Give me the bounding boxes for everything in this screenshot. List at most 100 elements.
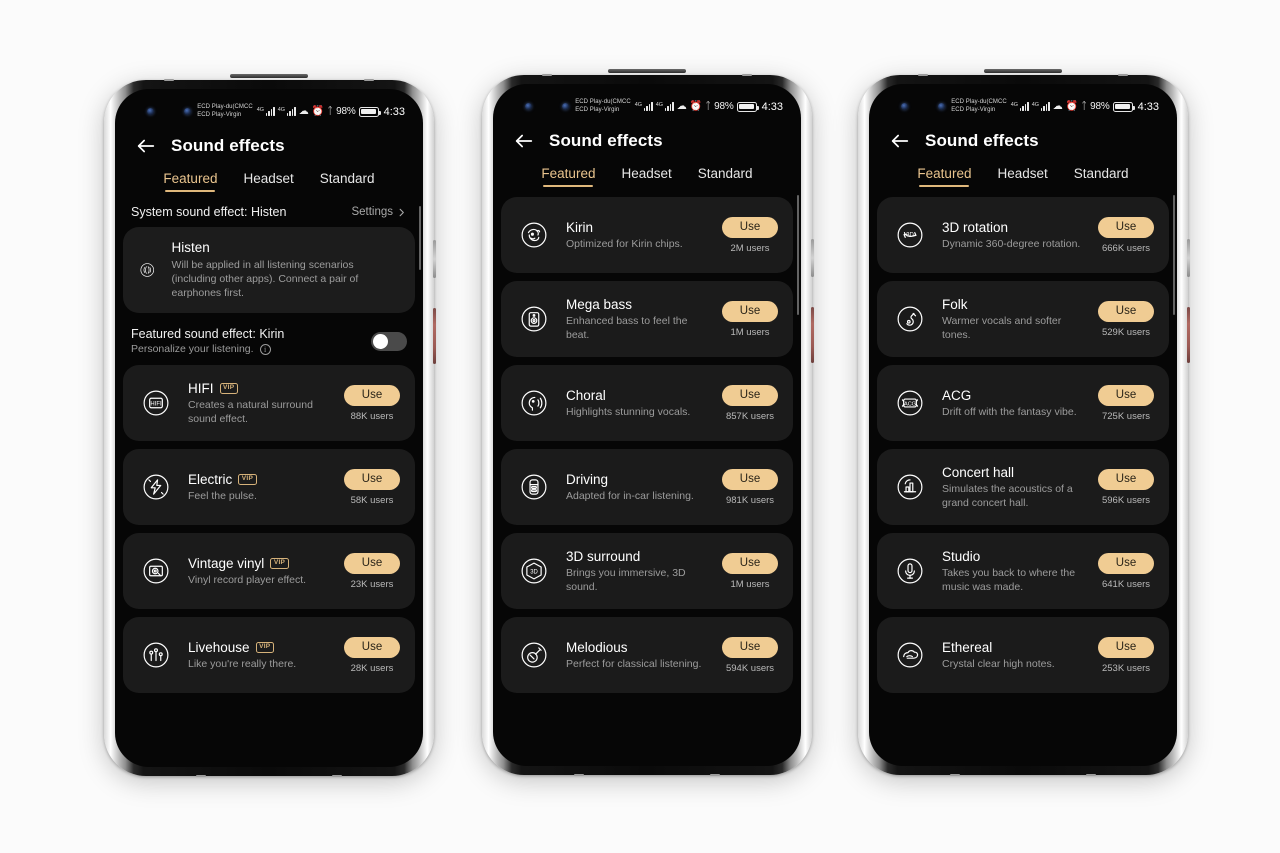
sound-effect-card[interactable]: Folk Warmer vocals and softer tones. Use 52… [877, 281, 1169, 357]
sound-effect-card[interactable]: Electric VIP Feel the pulse. Use 58K users [123, 449, 415, 525]
tab-headset[interactable]: Headset [243, 171, 293, 192]
signal-strength-1-icon: 4G [1011, 102, 1029, 111]
use-button[interactable]: Use [1098, 552, 1154, 574]
use-button[interactable]: Use [1098, 216, 1154, 238]
tab-standard[interactable]: Standard [1074, 166, 1129, 187]
sound-effect-actions: Use 88K users [341, 384, 403, 422]
sound-effect-card[interactable]: Ethereal Crystal clear high notes. Use 253K… [877, 617, 1169, 693]
back-arrow-icon[interactable] [513, 130, 535, 152]
use-button[interactable]: Use [1098, 636, 1154, 658]
sound-effect-card[interactable]: Concert hall Simulates the acoustics of a… [877, 449, 1169, 525]
sound-effect-text: Livehouse VIP Like you're really there. [188, 640, 328, 671]
battery-percent-label: 98% [336, 106, 356, 117]
use-button[interactable]: Use [1098, 300, 1154, 322]
sound-effect-card[interactable]: ACG ACG Drift off with the fantasy vibe. Us… [877, 365, 1169, 441]
sound-effect-description: Vinyl record player effect. [188, 573, 307, 586]
sound-effect-actions: Use 58K users [341, 468, 403, 506]
use-button[interactable]: Use [1098, 384, 1154, 406]
sound-effect-text: Kirin Optimized for Kirin chips. [566, 220, 706, 251]
volume-button-2[interactable] [811, 239, 814, 277]
sound-effect-card[interactable]: 3D 3D rotation Dynamic 360-degree rotation… [877, 197, 1169, 273]
power-button-3[interactable] [1187, 307, 1190, 363]
scrollbar-thumb[interactable] [418, 206, 421, 270]
guitar-icon [897, 306, 923, 332]
bezel-nub [918, 74, 928, 76]
sound-effect-card[interactable]: HIFI HIFI VIP Creates a natural surround so… [123, 365, 415, 441]
volume-button-1[interactable] [433, 240, 436, 278]
scrollbar-thumb[interactable] [796, 195, 799, 315]
sound-effect-list-3: 3D 3D rotation Dynamic 360-degree rotation… [877, 197, 1169, 693]
use-button[interactable]: Use [344, 636, 400, 658]
sound-effect-description: Dynamic 360-degree rotation. [942, 237, 1081, 250]
histen-banner[interactable]: Histen Will be applied in all listening … [123, 227, 415, 313]
sound-effect-card[interactable]: Melodious Perfect for classical listening… [501, 617, 793, 693]
scrollbar-thumb[interactable] [1172, 195, 1175, 315]
sound-effect-text: Concert hall Simulates the acoustics of a… [942, 465, 1082, 510]
tab-headset[interactable]: Headset [621, 166, 671, 187]
use-button[interactable]: Use [344, 384, 400, 406]
use-button[interactable]: Use [722, 636, 778, 658]
use-button[interactable]: Use [344, 468, 400, 490]
sound-effect-card[interactable]: 3D 3D surround Brings you immersive, 3D so… [501, 533, 793, 609]
sound-effect-card[interactable]: Mega bass Enhanced bass to feel the beat.… [501, 281, 793, 357]
network-type-1-label: 4G [256, 107, 265, 113]
vinyl-record-icon [143, 558, 169, 584]
use-button[interactable]: Use [722, 384, 778, 406]
volume-button-3[interactable] [1187, 239, 1190, 277]
bezel-nub [710, 774, 720, 776]
use-button[interactable]: Use [722, 552, 778, 574]
signal-strength-1-icon: 4G [635, 102, 653, 111]
tab-standard[interactable]: Standard [320, 171, 375, 192]
back-arrow-icon[interactable] [135, 135, 157, 157]
clock-label: 4:33 [1137, 100, 1159, 113]
sound-effect-actions: Use 981K users [719, 468, 781, 506]
use-button[interactable]: Use [722, 468, 778, 490]
tab-featured[interactable]: Featured [163, 171, 217, 192]
phone-device-3: ECD Play-du(CMCC ECD Play-Virgin 4G 4G ☁… [858, 69, 1190, 776]
bezel-nub [742, 74, 752, 76]
bezel-nub [332, 775, 342, 777]
power-button-2[interactable] [811, 307, 814, 363]
sound-effect-card[interactable]: Choral Highlights stunning vocals. Use 857K… [501, 365, 793, 441]
use-button[interactable]: Use [344, 552, 400, 574]
sound-effect-title: Electric [188, 471, 233, 487]
use-button[interactable]: Use [1098, 468, 1154, 490]
tab-featured[interactable]: Featured [541, 166, 595, 187]
sound-effect-icon-wrap [515, 216, 553, 254]
svg-text:3D: 3D [530, 569, 538, 575]
sound-effect-card[interactable]: Livehouse VIP Like you're really there. Use… [123, 617, 415, 693]
ethereal-cloud-icon [897, 642, 923, 668]
tab-standard[interactable]: Standard [698, 166, 753, 187]
back-arrow-icon[interactable] [889, 130, 911, 152]
system-sound-effect-header: System sound effect: Histen Settings [123, 192, 415, 227]
use-button[interactable]: Use [722, 216, 778, 238]
violin-icon [521, 642, 547, 668]
user-count-label: 666K users [1101, 242, 1151, 254]
sensor-dot-icon [184, 108, 191, 115]
network-type-2-label: 4G [1031, 102, 1040, 108]
use-button[interactable]: Use [722, 300, 778, 322]
info-icon[interactable]: i [259, 343, 271, 355]
sound-effect-card[interactable]: Driving Adapted for in-car listening. Use 9… [501, 449, 793, 525]
sound-effect-icon-wrap: 3D [891, 216, 929, 254]
sound-effect-icon-wrap [515, 300, 553, 338]
sound-effect-title: Concert hall [942, 464, 1015, 480]
power-button-1[interactable] [433, 308, 436, 364]
sound-effect-card[interactable]: Kirin Optimized for Kirin chips. Use 2M use… [501, 197, 793, 273]
wifi-icon: ☁ [676, 100, 687, 112]
svg-text:ACG: ACG [904, 401, 916, 407]
sound-effect-text: Choral Highlights stunning vocals. [566, 388, 706, 419]
tab-featured[interactable]: Featured [917, 166, 971, 187]
sound-effect-card[interactable]: Studio Takes you back to where the music … [877, 533, 1169, 609]
featured-sound-effect-toggle[interactable] [371, 331, 407, 351]
livehouse-icon [143, 642, 169, 668]
tab-headset[interactable]: Headset [997, 166, 1047, 187]
carrier-line-2: ECD Play-Virgin [197, 111, 242, 118]
carrier-labels: ECD Play-du(CMCC ECD Play-Virgin [197, 104, 252, 119]
sound-effect-description: Perfect for classical listening. [566, 657, 702, 670]
settings-link[interactable]: Settings [351, 206, 407, 218]
sound-effect-card[interactable]: Vintage vinyl VIP Vinyl record player effe… [123, 533, 415, 609]
user-count-label: 88K users [350, 410, 394, 422]
sound-effect-text: Electric VIP Feel the pulse. [188, 472, 328, 503]
sound-effect-description: Optimized for Kirin chips. [566, 237, 683, 250]
